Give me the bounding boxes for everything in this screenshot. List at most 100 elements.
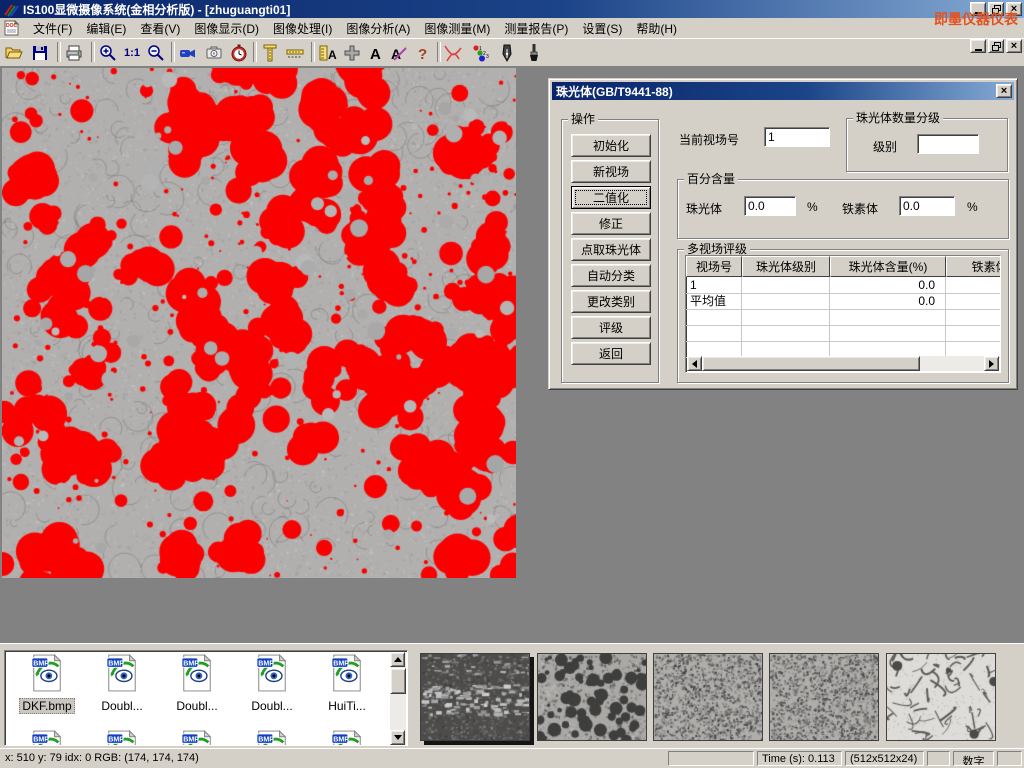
- pen-button[interactable]: [495, 41, 519, 64]
- op-button-0[interactable]: 初始化: [571, 134, 651, 157]
- sample-thumbnail-0[interactable]: [420, 653, 530, 741]
- file-item-row2-1[interactable]: BMP: [86, 730, 158, 746]
- pearlite-percent-input[interactable]: [744, 196, 796, 216]
- caliper-vertical-button[interactable]: [258, 41, 282, 64]
- op-button-3[interactable]: 修正: [571, 212, 651, 235]
- multiview-table[interactable]: 视场号珠光体级别珠光体含量(%)铁素体含量(%) 10.0平均值0.0: [685, 255, 1001, 373]
- file-item-0[interactable]: BMPDKF.bmp: [11, 654, 83, 715]
- caliper-horizontal-button[interactable]: [283, 41, 307, 64]
- svg-text:BMP: BMP: [333, 735, 349, 743]
- scroll-thumb[interactable]: [390, 668, 406, 694]
- pearlite-label: 珠光体: [686, 200, 722, 217]
- table-column-header-3[interactable]: 铁素体含量(%): [946, 256, 1001, 277]
- file-vscrollbar[interactable]: [390, 652, 406, 745]
- status-image-dimensions: (512x512x24): [845, 751, 924, 766]
- op-button-8[interactable]: 返回: [571, 342, 651, 365]
- move-button[interactable]: [340, 41, 364, 64]
- zoom-in-button[interactable]: [96, 41, 120, 64]
- dialog-title-bar[interactable]: 珠光体(GB/T9441-88) ×: [552, 82, 1014, 100]
- file-item-4[interactable]: BMP HuiTi...: [311, 654, 383, 715]
- table-hscrollbar[interactable]: [687, 356, 999, 371]
- text-edit-button[interactable]: A: [387, 41, 411, 64]
- open-button[interactable]: [2, 41, 26, 64]
- scroll-right-button[interactable]: [984, 356, 999, 371]
- save-button[interactable]: [28, 41, 52, 64]
- help-button[interactable]: ?: [411, 41, 435, 64]
- sample-thumbnail-1[interactable]: [537, 653, 647, 741]
- file-name-0: DKF.bmp: [19, 698, 74, 714]
- video-camera-button[interactable]: [176, 41, 200, 64]
- table-column-header-0[interactable]: 视场号: [686, 256, 742, 277]
- menu-item-6[interactable]: 图像测量(M): [417, 18, 497, 39]
- print-icon: [64, 43, 84, 63]
- file-item-row2-4[interactable]: BMP: [311, 730, 383, 746]
- bmp-file-icon: BMP: [255, 730, 289, 746]
- op-button-5[interactable]: 自动分类: [571, 264, 651, 287]
- file-item-1[interactable]: BMPDoubl...: [86, 654, 158, 715]
- menu-item-2[interactable]: 查看(V): [133, 18, 187, 39]
- file-item-row2-0[interactable]: BMP: [11, 730, 83, 746]
- table-row-1[interactable]: 平均值0.0: [686, 293, 1000, 310]
- op-button-1[interactable]: 新视场: [571, 160, 651, 183]
- op-button-6[interactable]: 更改类别: [571, 290, 651, 313]
- op-button-4[interactable]: 点取珠光体: [571, 238, 651, 261]
- cursor-position-readout: x: 510 y: 79 idx: 0 RGB: (174, 174, 174): [5, 752, 199, 764]
- mdi-close-button[interactable]: ×: [1006, 39, 1022, 53]
- current-view-label: 当前视场号: [679, 131, 739, 148]
- print-button[interactable]: [62, 41, 86, 64]
- scroll-thumb[interactable]: [702, 356, 920, 371]
- menu-item-8[interactable]: 设置(S): [575, 18, 629, 39]
- svg-text:BMP: BMP: [333, 659, 349, 667]
- scroll-left-button[interactable]: [687, 356, 702, 371]
- mdi-minimize-button[interactable]: [970, 39, 986, 53]
- table-row-0[interactable]: 10.0: [686, 277, 1000, 294]
- scroll-down-button[interactable]: [390, 730, 405, 745]
- table-body: 10.0平均值0.0: [686, 277, 1000, 358]
- file-item-3[interactable]: BMPDoubl...: [236, 654, 308, 715]
- file-browser[interactable]: BMPDKF.bmpBMPDoubl...BMPDoubl...BMPDoubl…: [4, 650, 408, 746]
- mdi-restore-button[interactable]: [988, 39, 1004, 53]
- bmp-file-icon: BMP: [180, 730, 214, 746]
- ferrite-percent-input[interactable]: [899, 196, 955, 216]
- text-button[interactable]: A: [364, 41, 388, 64]
- menu-item-0[interactable]: 文件(F): [26, 18, 79, 39]
- file-item-row2-2[interactable]: BMP: [161, 730, 233, 746]
- table-column-header-1[interactable]: 珠光体级别: [742, 256, 830, 277]
- zoom-out-button[interactable]: [144, 41, 168, 64]
- table-column-header-2[interactable]: 珠光体含量(%): [830, 256, 946, 277]
- file-item-row2-3[interactable]: BMP: [236, 730, 308, 746]
- op-button-2[interactable]: 二值化: [571, 186, 651, 209]
- table-row-3[interactable]: [686, 325, 1000, 342]
- menu-item-9[interactable]: 帮助(H): [629, 18, 684, 39]
- menu-item-4[interactable]: 图像处理(I): [266, 18, 339, 39]
- menu-item-3[interactable]: 图像显示(D): [187, 18, 266, 39]
- dialog-close-button[interactable]: ×: [996, 84, 1012, 98]
- level-input[interactable]: [917, 134, 979, 154]
- table-row-2[interactable]: [686, 309, 1000, 326]
- status-panel-empty-1: [668, 751, 754, 766]
- document-icon[interactable]: DOC: [4, 20, 20, 36]
- menu-item-5[interactable]: 图像分析(A): [339, 18, 417, 39]
- text-a-icon: A: [366, 43, 386, 63]
- current-view-input[interactable]: [764, 127, 830, 147]
- curve-tool-button[interactable]: [441, 41, 465, 64]
- actual-size-button[interactable]: 1:1: [120, 41, 144, 64]
- sample-thumbnail-4[interactable]: [886, 653, 996, 741]
- timer-button[interactable]: [227, 41, 251, 64]
- menu-bar: DOC 文件(F)编辑(E)查看(V)图像显示(D)图像处理(I)图像分析(A)…: [0, 18, 1024, 38]
- op-button-7[interactable]: 评级: [571, 316, 651, 339]
- sample-thumbnail-3[interactable]: [769, 653, 879, 741]
- brush-button[interactable]: [522, 41, 546, 64]
- measure-label-button[interactable]: A: [316, 41, 340, 64]
- bmp-file-icon: BMP: [105, 654, 139, 692]
- menu-item-1[interactable]: 编辑(E): [79, 18, 133, 39]
- scroll-up-button[interactable]: [390, 652, 405, 667]
- metallographic-image[interactable]: [2, 68, 516, 578]
- toolbar-separator: [57, 42, 61, 62]
- count-points-button[interactable]: 1 2 3: [468, 41, 492, 64]
- file-item-2[interactable]: BMPDoubl...: [161, 654, 233, 715]
- sample-thumbnail-2[interactable]: [653, 653, 763, 741]
- file-name-4: HuiTi...: [326, 699, 368, 713]
- snapshot-button[interactable]: [202, 41, 226, 64]
- menu-item-7[interactable]: 测量报告(P): [497, 18, 575, 39]
